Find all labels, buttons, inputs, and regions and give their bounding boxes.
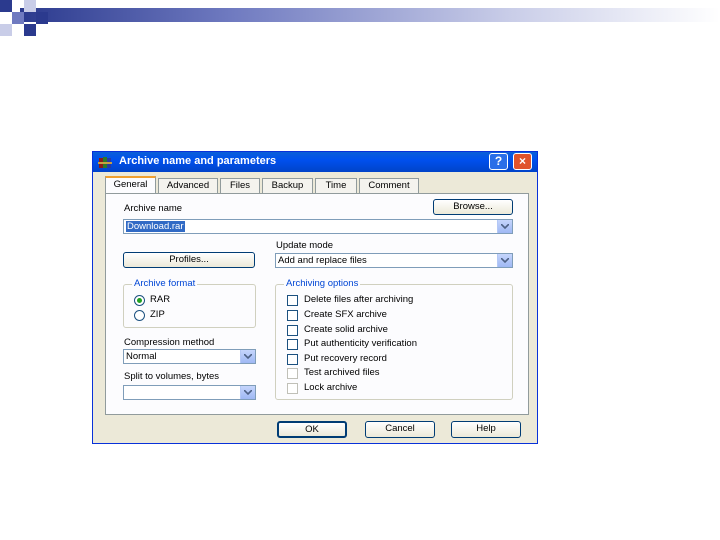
archive-name-value: Download.rar — [126, 221, 185, 232]
close-title-button[interactable]: × — [513, 153, 532, 170]
chevron-down-icon — [244, 354, 252, 359]
browse-button[interactable]: Browse... — [433, 199, 513, 215]
tab-time[interactable]: Time — [315, 178, 357, 193]
archive-format-group: Archive format RAR ZIP — [123, 278, 256, 328]
compression-combo[interactable]: Normal — [123, 349, 256, 364]
lock-archive-label[interactable]: Lock archive — [304, 382, 357, 393]
split-label: Split to volumes, bytes — [124, 371, 220, 382]
archiving-options-group: Archiving options Delete files after arc… — [275, 278, 513, 400]
winrar-books-icon — [98, 155, 114, 169]
dialog-titlebar[interactable]: Archive name and parameters ? × — [93, 152, 537, 172]
rar-radio[interactable] — [134, 295, 145, 306]
update-mode-combo[interactable]: Add and replace files — [275, 253, 513, 268]
dialog-title: Archive name and parameters — [119, 155, 277, 167]
rar-label[interactable]: RAR — [150, 294, 170, 305]
split-dropdown[interactable] — [240, 386, 255, 399]
delete-files-checkbox[interactable] — [287, 295, 298, 306]
tab-general[interactable]: General — [105, 176, 156, 193]
delete-files-label[interactable]: Delete files after archiving — [304, 294, 413, 305]
general-panel: Archive name Browse... Download.rar Prof… — [105, 193, 529, 415]
compression-label: Compression method — [124, 337, 215, 348]
tab-advanced[interactable]: Advanced — [158, 178, 218, 193]
header-square-3 — [24, 0, 36, 12]
ok-button[interactable]: OK — [277, 421, 347, 438]
lock-archive-checkbox[interactable] — [287, 383, 298, 394]
authenticity-checkbox[interactable] — [287, 339, 298, 350]
chevron-down-icon — [501, 258, 509, 263]
create-sfx-label[interactable]: Create SFX archive — [304, 309, 387, 320]
slide-header-bar — [20, 8, 720, 22]
compression-value: Normal — [126, 351, 157, 362]
header-square-6 — [0, 24, 12, 36]
update-mode-label: Update mode — [276, 240, 334, 251]
chevron-down-icon — [501, 224, 509, 229]
tab-files[interactable]: Files — [220, 178, 260, 193]
compression-dropdown[interactable] — [240, 350, 255, 363]
header-square-5 — [36, 12, 48, 24]
header-square-2 — [12, 12, 24, 24]
archive-name-label: Archive name — [124, 203, 183, 214]
test-files-label[interactable]: Test archived files — [304, 367, 380, 378]
cancel-button[interactable]: Cancel — [365, 421, 435, 438]
update-mode-value: Add and replace files — [278, 255, 367, 266]
archive-name-dropdown[interactable] — [497, 220, 512, 233]
zip-label[interactable]: ZIP — [150, 309, 165, 320]
archive-name-combo[interactable]: Download.rar — [123, 219, 513, 234]
test-files-checkbox[interactable] — [287, 368, 298, 379]
create-solid-checkbox[interactable] — [287, 325, 298, 336]
authenticity-label[interactable]: Put authenticity verification — [304, 338, 417, 349]
header-square-1 — [0, 0, 12, 12]
header-square-4 — [24, 24, 36, 36]
update-mode-dropdown[interactable] — [497, 254, 512, 267]
tab-comment[interactable]: Comment — [359, 178, 419, 193]
create-sfx-checkbox[interactable] — [287, 310, 298, 321]
tab-backup[interactable]: Backup — [262, 178, 313, 193]
archiving-options-title: Archiving options — [284, 278, 361, 289]
archive-format-title: Archive format — [132, 278, 198, 289]
zip-radio[interactable] — [134, 310, 145, 321]
recovery-record-label[interactable]: Put recovery record — [304, 353, 387, 364]
profiles-button[interactable]: Profiles... — [123, 252, 255, 268]
split-combo[interactable] — [123, 385, 256, 400]
help-button[interactable]: Help — [451, 421, 521, 438]
create-solid-label[interactable]: Create solid archive — [304, 324, 388, 335]
help-title-button[interactable]: ? — [489, 153, 508, 170]
archive-dialog: Archive name and parameters ? × General … — [92, 151, 538, 444]
chevron-down-icon — [244, 390, 252, 395]
recovery-record-checkbox[interactable] — [287, 354, 298, 365]
